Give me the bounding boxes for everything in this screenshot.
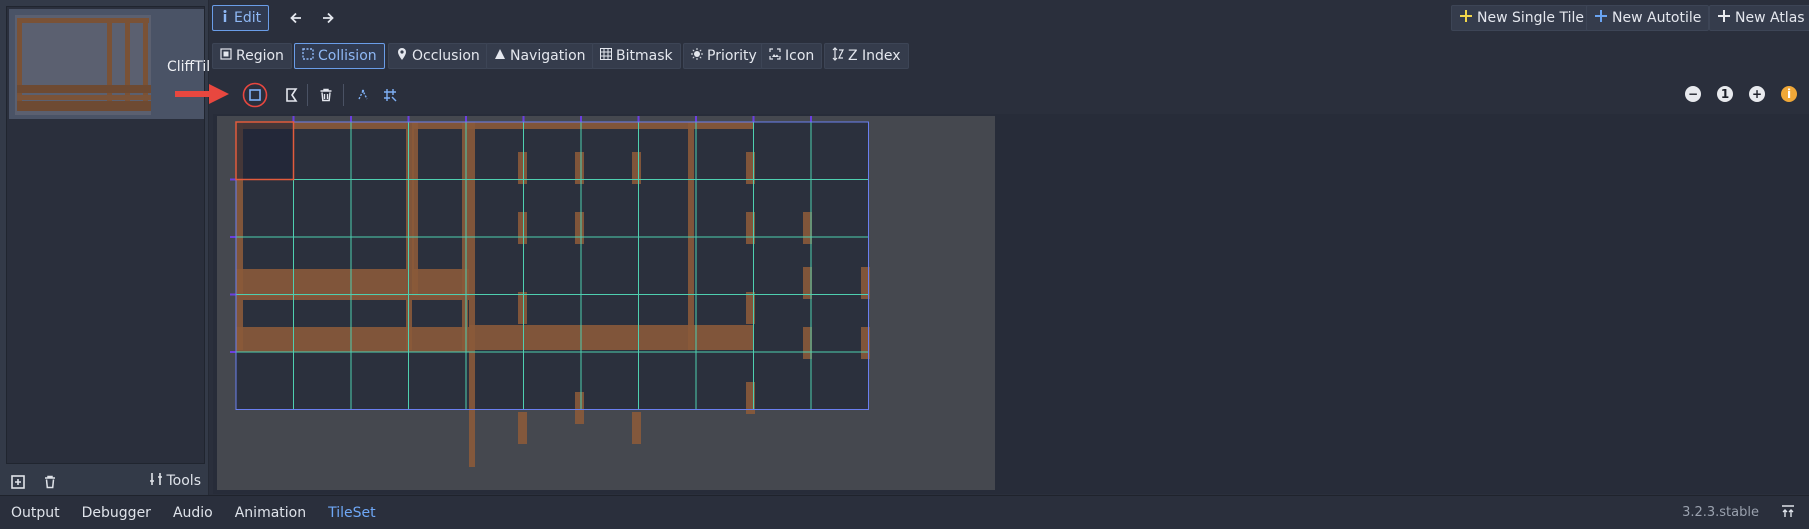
zindex-icon [832,47,844,65]
plus-white-icon [1717,9,1731,27]
dirt-wall [694,325,754,350]
tileset-editor-main: Edit New Single Tile New Autotile New At… [175,0,1809,495]
occlusion-icon [396,47,408,65]
icon-icon [769,48,781,64]
new-rectangle-icon[interactable] [242,82,268,108]
dirt-pillar [518,412,527,444]
dirt-wall [412,122,418,294]
new-single-tile-button[interactable]: New Single Tile [1451,5,1592,31]
dirt-wall [412,269,469,296]
delete-shape-icon[interactable] [314,83,338,107]
red-arrow-annotation [175,83,231,109]
zoom-out-icon[interactable]: − [1685,86,1701,102]
tile-area [236,122,869,410]
add-texture-icon[interactable] [8,472,28,492]
version-label: 3.2.3.stable [1682,505,1759,520]
tab-debugger[interactable]: Debugger [82,505,151,521]
priority-icon [691,48,703,64]
tab-region[interactable]: Region [212,43,292,69]
tab-bitmask[interactable]: Bitmask [592,43,681,69]
keep-inside-region-icon[interactable] [351,83,375,107]
zoom-in-icon[interactable]: + [1749,86,1765,102]
tab-animation[interactable]: Animation [235,505,306,521]
dirt-pillar [575,392,584,424]
new-single-tile-label: New Single Tile [1477,10,1584,26]
texture-panel-footer: Tools [0,470,209,494]
texture-panel: CliffTil Tools [0,0,210,495]
collision-icon [302,48,314,64]
new-atlas-button[interactable]: New Atlas [1709,5,1809,31]
selected-tile [235,121,295,181]
expand-panel-icon[interactable] [1781,504,1795,522]
atlas-texture[interactable] [217,116,995,490]
tab-z-index-label: Z Index [848,48,901,64]
tab-z-index[interactable]: Z Index [824,43,909,69]
tab-tileset[interactable]: TileSet [328,505,376,521]
dirt-wall [412,122,469,129]
tab-occlusion[interactable]: Occlusion [388,43,488,69]
tab-audio[interactable]: Audio [173,505,213,521]
edit-label: Edit [234,10,262,26]
dirt-wall [694,122,754,129]
plus-blue-icon [1594,9,1608,27]
dirt-wall [236,327,469,352]
tileset-canvas[interactable] [213,114,1809,494]
tab-priority-label: Priority [707,48,757,64]
bottom-panel-tabs: Output Debugger Audio Animation TileSet … [0,495,1809,529]
tab-region-label: Region [236,48,284,64]
tools-icon [149,472,163,490]
tab-icon[interactable]: Icon [761,43,823,69]
dirt-pillar [575,212,584,244]
new-atlas-label: New Atlas [1735,10,1805,26]
tab-priority[interactable]: Priority [683,43,765,69]
dirt-pillar [518,292,527,324]
grid-snap-icon[interactable] [378,83,402,107]
toolbar-separator [307,84,308,106]
new-polygon-icon[interactable] [280,83,304,107]
tab-occlusion-label: Occlusion [412,48,480,64]
remove-texture-icon[interactable] [40,472,60,492]
new-autotile-label: New Autotile [1612,10,1702,26]
bitmask-icon [600,48,612,64]
new-autotile-button[interactable]: New Autotile [1586,5,1710,31]
tools-button[interactable]: Tools [149,472,202,490]
tab-navigation[interactable]: Navigation [486,43,594,69]
dirt-wall [688,122,694,350]
region-icon [220,48,232,64]
tab-icon-label: Icon [785,48,815,64]
dirt-wall [236,269,406,296]
edit-button[interactable]: Edit [212,5,270,31]
tab-bitmask-label: Bitmask [616,48,673,64]
zoom-reset-icon[interactable]: 1 [1717,86,1733,102]
plus-yellow-icon [1459,9,1473,27]
texture-list: CliffTil [6,6,210,464]
tab-navigation-label: Navigation [510,48,586,64]
tab-output[interactable]: Output [11,505,60,521]
arrow-left-icon[interactable] [284,6,308,30]
info-help-icon[interactable]: i [1781,86,1797,102]
arrow-right-icon[interactable] [316,6,340,30]
tab-collision-label: Collision [318,48,377,64]
dirt-pillar [632,412,641,444]
tab-collision[interactable]: Collision [294,43,385,69]
tools-label: Tools [166,473,202,489]
texture-thumbnail [15,15,151,115]
info-icon [220,9,230,27]
navigation-icon [494,48,506,64]
texture-name-label: CliffTil [167,59,211,75]
toolbar-separator-2 [343,84,344,106]
atlas-grid[interactable] [217,116,995,490]
dirt-pillar [518,212,527,244]
